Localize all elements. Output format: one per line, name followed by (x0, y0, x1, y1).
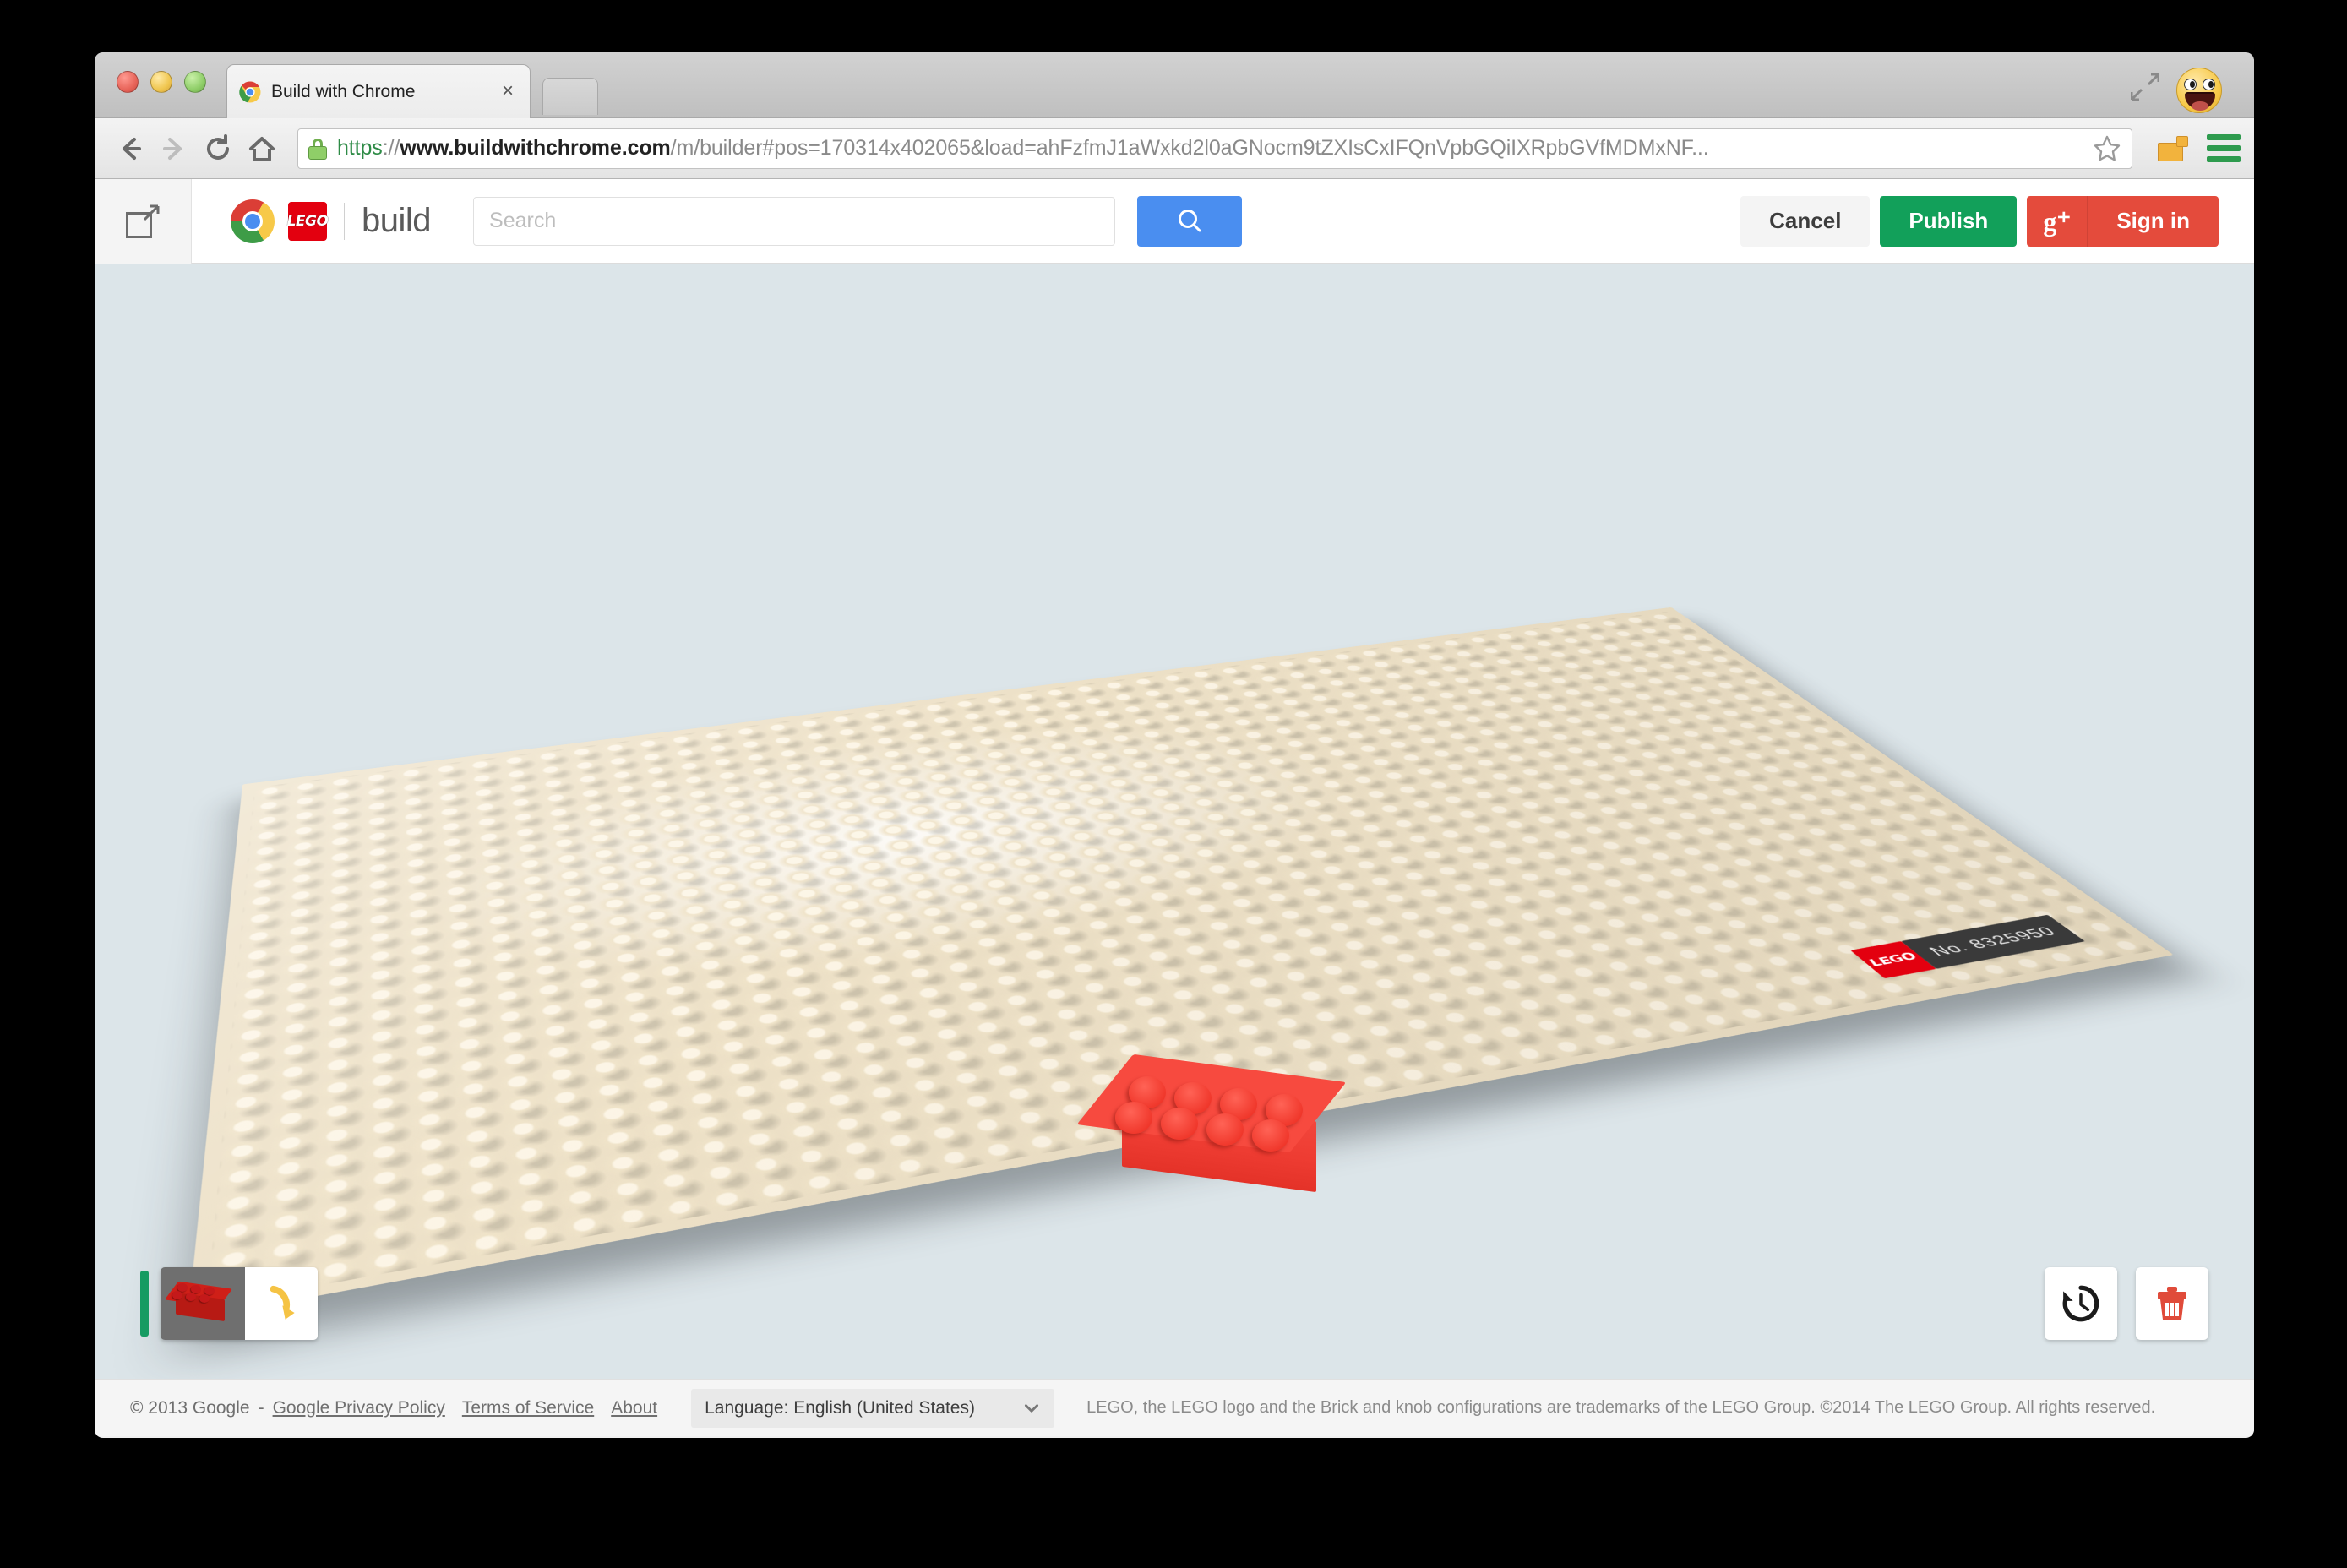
builder-canvas[interactable]: LEGO No. 8325950 (95, 264, 2254, 1379)
lock-icon (308, 138, 327, 160)
avatar[interactable] (2176, 68, 2222, 113)
delete-button[interactable] (2136, 1267, 2208, 1340)
terms-of-service-link[interactable]: Terms of Service (462, 1398, 594, 1418)
search-input[interactable] (489, 209, 1100, 233)
privacy-policy-link[interactable]: Google Privacy Policy (273, 1398, 445, 1418)
new-tab-button[interactable] (542, 78, 598, 115)
app-footer: © 2013 Google - Google Privacy Policy Te… (95, 1379, 2254, 1436)
browser-nav-bar: https://www.buildwithchrome.com/m/builde… (95, 118, 2254, 179)
browser-tab[interactable]: Build with Chrome × (226, 64, 531, 118)
sign-in-button[interactable]: Sign in (2088, 196, 2219, 247)
legal-text: LEGO, the LEGO logo and the Brick and kn… (1086, 1398, 2156, 1417)
back-arrow-icon[interactable] (108, 127, 152, 171)
chevron-down-icon (1022, 1399, 1041, 1418)
baseplate-label-brand: LEGO (1865, 950, 1921, 969)
desktop-background: Build with Chrome × https://www.buildwit… (0, 0, 2347, 1568)
history-button[interactable] (2045, 1267, 2117, 1340)
address-bar[interactable]: https://www.buildwithchrome.com/m/builde… (297, 128, 2132, 169)
avatar-eye-right (2203, 79, 2215, 90)
url-separator: :// (382, 136, 400, 160)
google-plus-icon[interactable]: g⁺ (2027, 195, 2088, 247)
reload-icon[interactable] (196, 127, 240, 171)
fullscreen-icon[interactable] (2131, 73, 2159, 101)
publish-button[interactable]: Publish (1880, 195, 2018, 247)
trash-icon (2152, 1283, 2192, 1324)
brand-word: build (362, 202, 432, 239)
avatar-mouth (2185, 92, 2215, 111)
lego-wordmark: LEGO (286, 212, 329, 230)
canvas-action-tools (2045, 1267, 2208, 1340)
avatar-eye-left (2184, 79, 2197, 90)
history-clock-icon (2060, 1282, 2102, 1325)
picker-panels (161, 1267, 318, 1340)
brick-stud (1206, 1113, 1244, 1146)
header-actions: Cancel Publish g⁺ Sign in (1740, 195, 2219, 247)
search-input-wrapper[interactable] (473, 196, 1116, 246)
search-button[interactable] (1137, 195, 1243, 247)
brand-logo-group[interactable]: LEGO build (231, 199, 432, 243)
signin-group: g⁺ Sign in (2027, 195, 2219, 247)
selected-brick-button[interactable] (161, 1267, 245, 1340)
window-controls (117, 71, 206, 93)
lego-baseplate[interactable]: LEGO No. 8325950 (188, 607, 2174, 1320)
rotate-brick-button[interactable] (245, 1267, 318, 1340)
zoom-window-button[interactable] (184, 71, 206, 93)
tab-title: Build with Chrome (271, 81, 416, 101)
url-text: https://www.buildwithchrome.com/m/builde… (337, 136, 2086, 161)
extension-icon[interactable] (2158, 134, 2192, 163)
url-host: www.buildwithchrome.com (400, 136, 671, 160)
forward-arrow-icon[interactable] (152, 127, 196, 171)
brick-stud (1161, 1108, 1198, 1140)
baseplate-wrapper: LEGO No. 8325950 (188, 411, 2174, 1320)
url-scheme: https (337, 136, 383, 160)
copyright-text: © 2013 Google (130, 1397, 250, 1418)
language-label: Language: English (United States) (705, 1397, 975, 1418)
brand-divider (344, 202, 345, 240)
language-select[interactable]: Language: English (United States) (691, 1388, 1055, 1428)
hamburger-menu-icon[interactable] (2207, 134, 2241, 163)
expand-view-button[interactable] (95, 178, 192, 264)
chrome-logo-icon (231, 199, 275, 243)
cancel-button[interactable]: Cancel (1740, 195, 1871, 247)
brick-picker[interactable] (140, 1267, 318, 1340)
brick-stud (1252, 1119, 1289, 1152)
footer-separator: - (258, 1397, 264, 1418)
canvas-tool-row (95, 1257, 2254, 1350)
expand-icon (126, 204, 160, 238)
rotate-arrow-icon (262, 1284, 301, 1323)
home-icon[interactable] (240, 127, 284, 171)
browser-tab-strip: Build with Chrome × (95, 52, 2254, 118)
lego-logo-icon: LEGO (286, 201, 329, 241)
about-link[interactable]: About (611, 1398, 657, 1418)
app-header: LEGO build Cancel Publish g⁺ Sign in (95, 178, 2254, 264)
red-brick-icon (164, 1281, 233, 1323)
brick-stud (1115, 1102, 1152, 1134)
chrome-icon (239, 80, 261, 103)
close-window-button[interactable] (117, 71, 139, 93)
browser-window: Build with Chrome × https://www.buildwit… (95, 52, 2254, 1438)
picker-accent-bar (140, 1271, 149, 1337)
minimize-window-button[interactable] (150, 71, 172, 93)
close-icon[interactable]: × (498, 80, 518, 102)
bookmark-star-icon[interactable] (2093, 134, 2121, 163)
url-path: /m/builder#pos=170314x402065&load=ahFzfm… (670, 136, 1709, 160)
search-icon (1175, 207, 1204, 236)
